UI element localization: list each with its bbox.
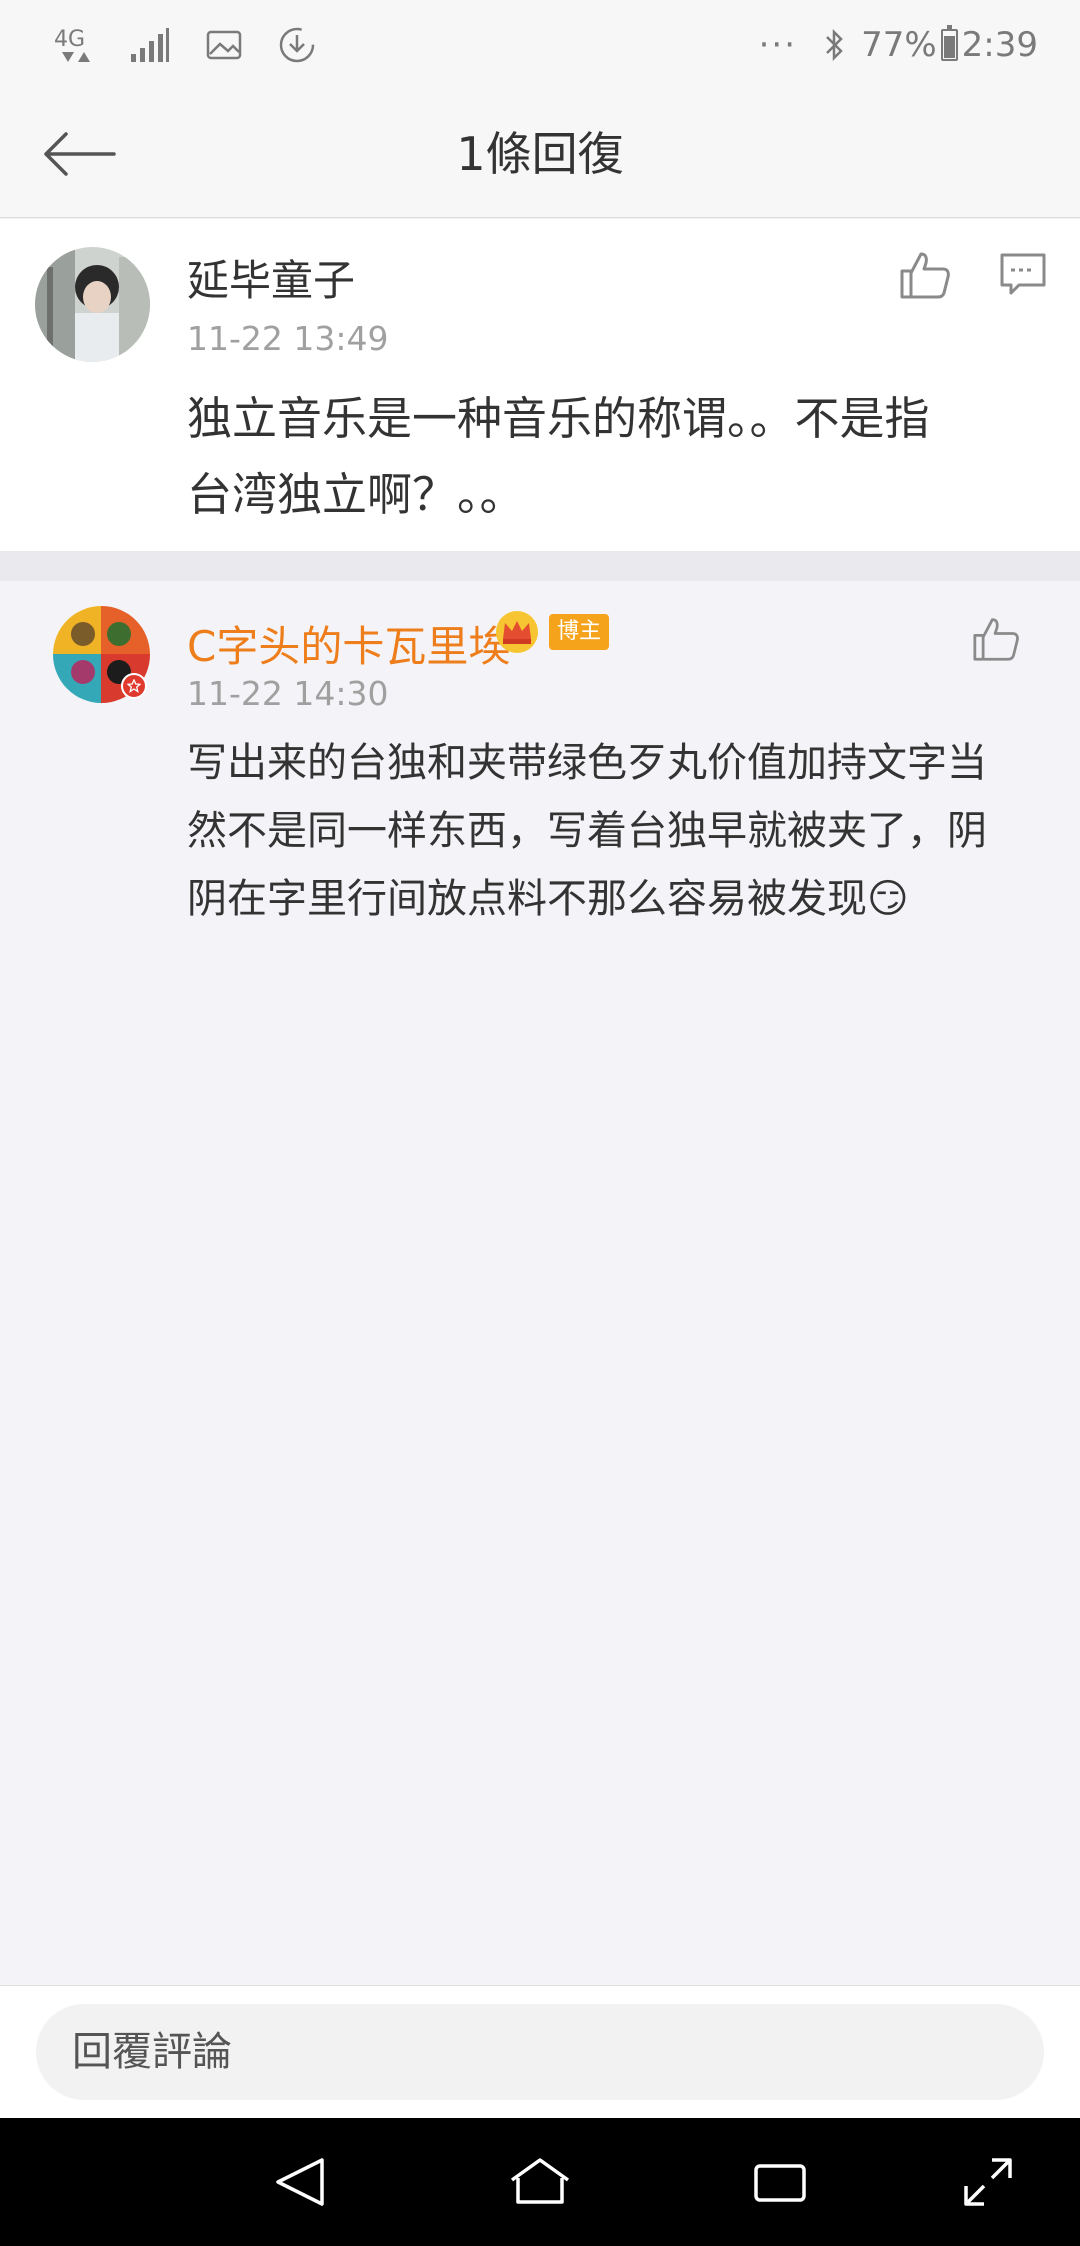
top-nav-bar: 1條回復 bbox=[0, 90, 1080, 218]
system-home-button[interactable] bbox=[508, 2150, 572, 2214]
like-button[interactable] bbox=[968, 611, 1024, 667]
reply-input-bar bbox=[0, 1985, 1080, 2118]
battery-percentage: 77% bbox=[861, 25, 937, 65]
reply-author[interactable]: C字头的卡瓦里埃 bbox=[187, 613, 510, 674]
signal-icon bbox=[130, 28, 170, 62]
more-notifications-icon: ··· bbox=[758, 25, 798, 65]
like-button[interactable] bbox=[897, 247, 953, 303]
reply-comment-input[interactable] bbox=[36, 2004, 1044, 2100]
bluetooth-icon bbox=[823, 27, 845, 63]
reply-text: 写出来的台独和夹带绿色歹丸价值加持文字当 然不是同一样东西，写着台独早就被夹了，… bbox=[187, 729, 1067, 933]
status-bar: 4G ··· 77% 2:39 bbox=[0, 0, 1080, 90]
download-icon bbox=[278, 26, 316, 64]
blogger-badge: 博主 bbox=[549, 614, 610, 650]
reply-text-line-2: 然不是同一样东西，写着台独早就被夹了，阴 bbox=[187, 808, 987, 854]
reply-comment-button[interactable] bbox=[995, 247, 1051, 303]
reply-comment: C字头的卡瓦里埃 博主 11-22 14:30 写出来的台独和夹带绿色歹丸价值加… bbox=[0, 581, 1080, 981]
thumbs-up-icon bbox=[973, 618, 1019, 661]
system-expand-button[interactable] bbox=[956, 2150, 1020, 2214]
recents-icon bbox=[754, 2164, 806, 2202]
crown-icon bbox=[494, 609, 540, 655]
system-back-button[interactable] bbox=[268, 2150, 332, 2214]
reply-text-line-3: 阴在字里行间放点料不那么容易被发现😏 bbox=[187, 876, 909, 922]
avatar[interactable] bbox=[35, 247, 150, 362]
network-label: 4G bbox=[54, 27, 85, 52]
thumbs-up-icon bbox=[900, 252, 950, 299]
page-title: 1條回復 bbox=[456, 127, 624, 181]
home-icon bbox=[510, 2158, 570, 2204]
clock: 2:39 bbox=[961, 25, 1038, 65]
expand-icon bbox=[964, 2158, 1012, 2206]
main-comment: 延毕童子 11-22 13:49 独立音乐是一种音乐的称谓。。不是指 台湾独立啊… bbox=[0, 219, 1080, 551]
system-recents-button[interactable] bbox=[748, 2150, 812, 2214]
comment-icon bbox=[1000, 253, 1046, 295]
image-icon bbox=[206, 30, 242, 60]
comment-text: 独立音乐是一种音乐的称谓。。不是指 台湾独立啊？。。 bbox=[187, 381, 1047, 533]
reply-time: 11-22 14:30 bbox=[187, 674, 389, 713]
triangle-back-icon bbox=[276, 2158, 324, 2206]
network-4g-icon: 4G bbox=[54, 22, 94, 68]
comment-text-line-1: 独立音乐是一种音乐的称谓。。不是指 bbox=[187, 392, 930, 445]
comment-text-line-2: 台湾独立啊？。。 bbox=[187, 468, 525, 521]
section-divider bbox=[0, 551, 1080, 581]
comment-time: 11-22 13:49 bbox=[187, 319, 389, 358]
comment-author[interactable]: 延毕童子 bbox=[187, 247, 355, 308]
system-nav-bar bbox=[0, 2118, 1080, 2246]
battery-icon bbox=[940, 25, 958, 61]
verified-badge-icon bbox=[121, 673, 147, 699]
reply-text-line-1: 写出来的台独和夹带绿色歹丸价值加持文字当 bbox=[187, 740, 987, 786]
